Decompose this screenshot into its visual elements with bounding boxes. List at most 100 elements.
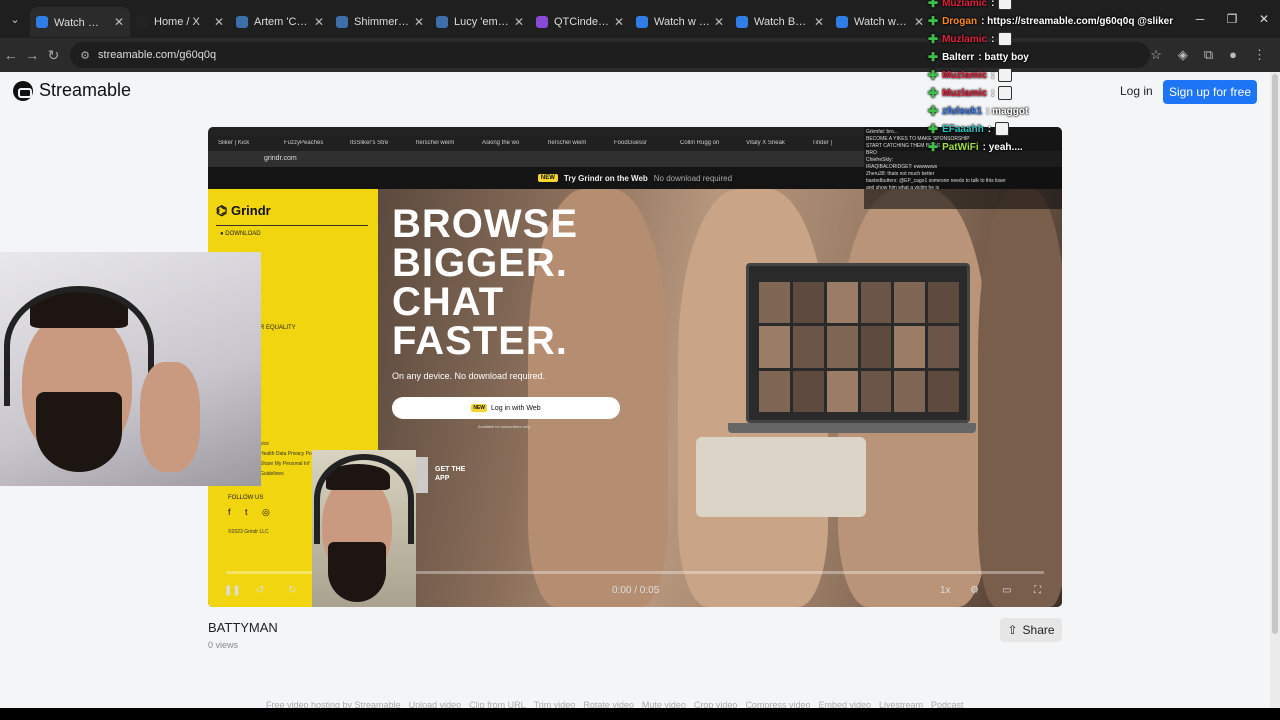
divider (216, 225, 368, 226)
chat-badge-icon: ✚ (928, 140, 939, 154)
chat-username[interactable]: Muzlamic (942, 0, 987, 9)
browser-tab[interactable]: Watch BRIIIIIIIII ✕ (730, 7, 830, 37)
laptop-thumbnail (860, 282, 892, 324)
chat-username[interactable]: Muzlamic (942, 88, 987, 99)
forward-icon[interactable]: → (21, 47, 42, 63)
footer-link[interactable]: Mute video (642, 700, 686, 708)
footer-link[interactable]: Podcast (931, 700, 964, 708)
chat-emote-icon (995, 122, 1010, 136)
footer-link[interactable]: Crop video (694, 700, 738, 708)
close-tab-icon[interactable]: ✕ (314, 15, 324, 29)
close-tab-icon[interactable]: ✕ (514, 15, 524, 29)
banner-text: Try Grindr on the Web (563, 173, 648, 183)
browser-tab[interactable]: QTCinderella - ✕ (530, 7, 630, 37)
tab-favicon (736, 16, 748, 28)
grindr-privacy-link: Health Data Privacy Policy (260, 451, 319, 457)
footer-link[interactable]: Upload video (409, 700, 462, 708)
chat-message: ✚ EFaaahh: (928, 122, 1010, 136)
chat-message: ✚ PatWiFi: yeah.... (928, 140, 1023, 154)
chat-message: ✚ zfulsuk1: maggot (928, 104, 1028, 118)
chat-text: : maggot (986, 105, 1029, 117)
footer-link[interactable]: Rotate video (583, 700, 634, 708)
grindr-copyright: ©2023 Grindr LLC (228, 529, 269, 535)
tab-favicon (836, 16, 848, 28)
tab-search-icon[interactable]: ⌄ (4, 8, 26, 30)
footer-links: Free video hosting by Streamable Upload v… (266, 700, 964, 708)
share-button[interactable]: ⇧ Share (1000, 618, 1062, 642)
chat-username[interactable]: Muzlamic (942, 70, 987, 81)
url-text: streamable.com/g60q0q (98, 49, 217, 61)
tab-title: Watch 😮 | Str (54, 16, 110, 29)
figure-torso (978, 189, 1062, 607)
browser-tab[interactable]: Shimmer team ✕ (330, 7, 430, 37)
video-inner-tab: Sliker | Kick (218, 140, 250, 146)
close-tab-icon[interactable]: ✕ (714, 15, 724, 29)
tab-favicon (536, 16, 548, 28)
chat-message: ✚ Muzlamic: (928, 32, 1013, 46)
headphones (314, 454, 414, 544)
footer-link[interactable]: Compress video (745, 700, 810, 708)
laptop-thumbnail (792, 370, 824, 412)
footer-link[interactable]: Free video hosting by Streamable (266, 700, 401, 708)
headphones (4, 286, 154, 406)
playback-speed[interactable]: 1x (940, 585, 951, 596)
browser-tab[interactable]: Home / X ✕ (130, 7, 230, 37)
chat-text: : (987, 123, 992, 135)
page-scrollbar[interactable] (1270, 72, 1280, 708)
chat-username[interactable]: Balterr (942, 52, 974, 63)
chat-badge-icon: ✚ (928, 32, 939, 46)
grindr-social-icons: f t ◎ (228, 507, 276, 517)
chat-text: : (991, 33, 995, 45)
tab-title: Watch BRIIIIIIIII (754, 16, 810, 28)
footer-link[interactable]: Clip from URL (469, 700, 526, 708)
play-pause-icon[interactable]: ❚❚ (224, 585, 241, 596)
laptop-thumbnail (792, 326, 824, 368)
forward-skip-icon[interactable]: ↻ (288, 585, 296, 596)
close-tab-icon[interactable]: ✕ (114, 15, 124, 29)
tab-favicon (36, 16, 48, 28)
browser-tab[interactable]: Artem 'Chill' M ✕ (230, 7, 330, 37)
laptop-thumbnail (826, 326, 858, 368)
chat-text: : batty boy (978, 51, 1029, 63)
video-inner-tab: herschel weim (548, 140, 587, 146)
chat-username[interactable]: Drogan (942, 16, 977, 27)
browser-tab[interactable]: Watch 😮 | Str ✕ (30, 7, 130, 37)
pip-icon[interactable]: ▭ (1002, 585, 1011, 596)
chat-text: : (991, 69, 995, 81)
chat-text: : https://streamable.com/g60q0q @sliker (981, 15, 1174, 27)
close-tab-icon[interactable]: ✕ (414, 15, 424, 29)
close-tab-icon[interactable]: ✕ (914, 15, 924, 29)
video-get-app: GET THE APP (435, 466, 466, 482)
rewind-icon[interactable]: ↺ (256, 585, 264, 596)
close-tab-icon[interactable]: ✕ (214, 15, 224, 29)
browser-tab[interactable]: Watch w7xl27 ✕ (830, 7, 930, 37)
webcam-overlay-main (0, 252, 261, 486)
footer-link[interactable]: Livestream (879, 700, 923, 708)
footer-link[interactable]: Trim video (534, 700, 576, 708)
chat-username[interactable]: zfulsuk1 (942, 106, 982, 117)
chat-username[interactable]: Muzlamic (942, 34, 987, 45)
streamable-logo[interactable]: Streamable (13, 80, 131, 101)
chat-emote-icon (998, 0, 1013, 10)
settings-gear-icon[interactable]: ⚙ (970, 585, 979, 596)
tab-title: QTCinderella - (554, 16, 610, 28)
close-tab-icon[interactable]: ✕ (814, 15, 824, 29)
chat-username[interactable]: EFaaahh (942, 124, 984, 135)
browser-tab[interactable]: Watch w rp | St ✕ (630, 7, 730, 37)
browser-tab[interactable]: Lucy 'empathy ✕ (430, 7, 530, 37)
footer-link[interactable]: Embed video (818, 700, 871, 708)
grindr-privacy-link: vice (260, 441, 269, 447)
chat-message: ✚ Muzlamic: (928, 86, 1013, 100)
reload-icon[interactable]: ↻ (43, 47, 64, 64)
grindr-privacy-link: Share My Personal Inf (260, 461, 310, 467)
laptop-thumbnail (826, 370, 858, 412)
chat-emote-icon (998, 32, 1013, 46)
video-inner-tab: Tinder | (812, 140, 833, 146)
view-count: 0 views (208, 640, 239, 650)
close-tab-icon[interactable]: ✕ (614, 15, 624, 29)
site-info-icon[interactable]: ⚙ (80, 49, 90, 62)
chat-username[interactable]: PatWiFi (942, 142, 979, 153)
back-icon[interactable]: ← (0, 47, 21, 63)
chat-badge-icon: ✚ (928, 68, 939, 82)
fullscreen-icon[interactable]: ⛶ (1034, 585, 1041, 596)
